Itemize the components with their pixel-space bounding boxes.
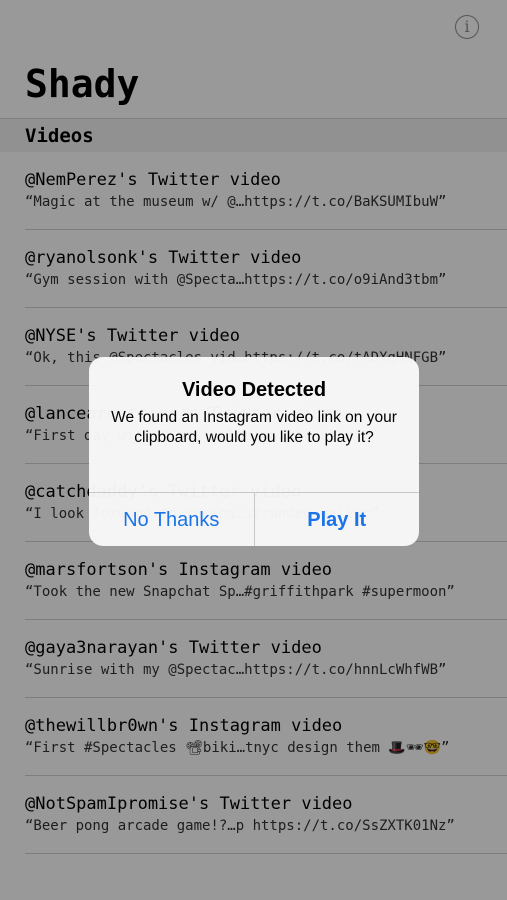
video-detected-alert: Video Detected We found an Instagram vid… (89, 357, 419, 546)
alert-title: Video Detected (181, 379, 327, 401)
play-it-button[interactable]: Play It (253, 493, 420, 546)
no-thanks-button[interactable]: No Thanks (89, 493, 254, 546)
alert-message: We found an Instagram video link on your… (111, 409, 397, 446)
alert-button-row: No Thanks Play It (89, 492, 419, 546)
